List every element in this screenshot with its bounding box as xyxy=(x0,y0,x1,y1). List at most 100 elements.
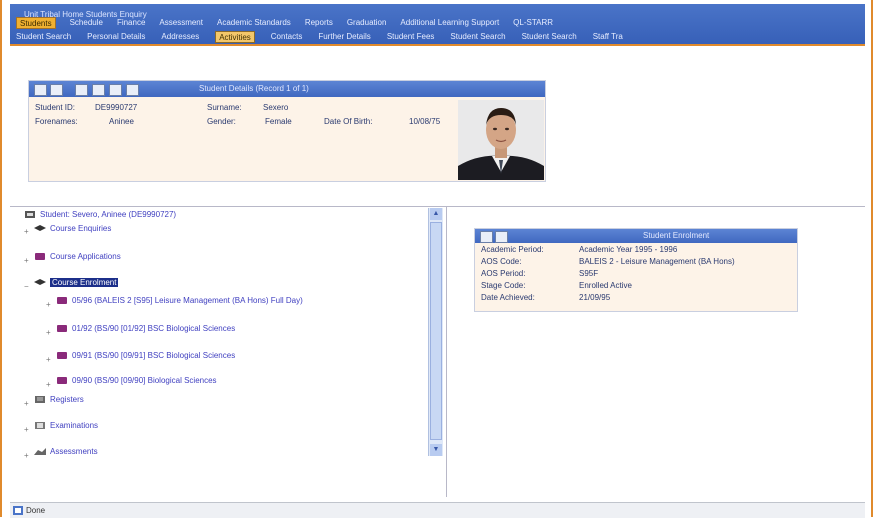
tree-item-enrolment-1[interactable]: 05/96 (BALEIS 2 [S95] Leisure Management… xyxy=(56,296,303,305)
collapse-icon[interactable]: − xyxy=(24,282,29,291)
submenu-student-fees[interactable]: Student Fees xyxy=(387,31,435,43)
tree-item-label: Course Applications xyxy=(50,252,121,261)
student-details-header: Student Details (Record 1 of 1) xyxy=(29,81,545,97)
tree-item-enrolment-2[interactable]: 01/92 (BS/90 [01/92] BSC Biological Scie… xyxy=(56,324,235,333)
tree-item-registers[interactable]: Registers xyxy=(34,395,84,404)
student-id-label: Student ID: xyxy=(35,103,76,112)
pane-splitter[interactable] xyxy=(446,207,447,497)
tree-item-label: Examinations xyxy=(50,421,99,430)
student-icon xyxy=(25,211,35,218)
student-photo xyxy=(458,100,544,180)
tree-root[interactable]: Student: Severo, Aninee (DE9990727) xyxy=(24,210,176,219)
tree-item-enrolment-3[interactable]: 09/91 (BS/90 [09/91] BSC Biological Scie… xyxy=(56,351,235,360)
book-icon xyxy=(57,325,67,332)
submenu-addresses[interactable]: Addresses xyxy=(161,31,199,43)
enrolment-value: BALEIS 2 - Leisure Management (BA Hons) xyxy=(579,257,735,266)
submenu-student-search[interactable]: Student Search xyxy=(16,31,71,43)
menu-reports[interactable]: Reports xyxy=(305,17,333,29)
menu-ql-starr[interactable]: QL-STARR xyxy=(513,17,553,29)
forename-label: Forenames: xyxy=(35,117,78,126)
expand-icon[interactable]: + xyxy=(46,300,51,309)
assessment-icon xyxy=(34,448,46,455)
register-icon xyxy=(35,396,45,403)
exam-icon xyxy=(35,422,45,429)
menu-graduation[interactable]: Graduation xyxy=(347,17,387,29)
expand-icon[interactable]: + xyxy=(46,355,51,364)
dob-value: 10/08/75 xyxy=(409,117,441,126)
menu-academic-standards[interactable]: Academic Standards xyxy=(217,17,291,29)
enrolment-title: Student Enrolment xyxy=(643,231,710,240)
dob-label: Date Of Birth: xyxy=(324,117,373,126)
menu-assessment[interactable]: Assessment xyxy=(159,17,203,29)
enrolment-row: Date Achieved: 21/09/95 xyxy=(481,293,610,302)
tree-scrollbar[interactable]: ▲ ▼ xyxy=(428,208,443,456)
enrolment-header: Student Enrolment xyxy=(475,229,797,243)
tree-item-course-applications[interactable]: Course Applications xyxy=(34,252,121,261)
student-id-value: DE9990727 xyxy=(95,103,138,112)
submenu-staff[interactable]: Staff Tra xyxy=(593,31,623,43)
search-icon[interactable] xyxy=(495,231,508,243)
tree-item-label: 01/92 (BS/90 [01/92] BSC Biological Scie… xyxy=(72,324,236,333)
tree-item-course-enrolment[interactable]: Course Enrolment xyxy=(34,278,119,287)
expand-icon[interactable]: + xyxy=(24,256,29,265)
expand-icon[interactable]: + xyxy=(24,425,29,434)
submenu-personal-details[interactable]: Personal Details xyxy=(87,31,145,43)
enrolment-value: Enrolled Active xyxy=(579,281,632,290)
enrolment-label: AOS Code: xyxy=(481,257,522,266)
gender-label: Gender: xyxy=(207,117,236,126)
menu-students[interactable]: Students xyxy=(16,17,56,29)
submenu-student-search-2[interactable]: Student Search xyxy=(450,31,505,43)
book-icon xyxy=(57,352,67,359)
submenu-student-search-3[interactable]: Student Search xyxy=(522,31,577,43)
enrolment-row: Academic Period: Academic Year 1995 - 19… xyxy=(481,245,677,254)
surname-label: Surname: xyxy=(207,103,242,112)
tree-item-label: 09/90 (BS/90 [09/90] Biological Sciences xyxy=(72,376,217,385)
submenu-further-details[interactable]: Further Details xyxy=(318,31,370,43)
enrolment-value: 21/09/95 xyxy=(579,293,611,302)
enrolment-value: S95F xyxy=(579,269,599,278)
enrolment-label: Academic Period: xyxy=(481,245,544,254)
status-bar: Done xyxy=(10,502,865,518)
search-icon[interactable] xyxy=(50,84,63,96)
gender-value: Female xyxy=(265,117,292,126)
submenu-contacts[interactable]: Contacts xyxy=(271,31,303,43)
next-record-icon[interactable] xyxy=(109,84,122,96)
enrolment-row: AOS Code: BALEIS 2 - Leisure Management … xyxy=(481,257,735,266)
scroll-thumb[interactable] xyxy=(430,222,442,440)
expand-icon[interactable]: + xyxy=(24,227,29,236)
menu-additional-learning[interactable]: Additional Learning Support xyxy=(400,17,499,29)
surname-value: Sexero xyxy=(263,103,289,112)
print-icon[interactable] xyxy=(480,231,493,243)
tree-item-examinations[interactable]: Examinations xyxy=(34,421,98,430)
expand-icon[interactable]: + xyxy=(24,399,29,408)
menu-schedule[interactable]: Schedule xyxy=(70,17,103,29)
student-details-title: Student Details (Record 1 of 1) xyxy=(199,84,309,93)
menu-finance[interactable]: Finance xyxy=(117,17,145,29)
submenu-activities[interactable]: Activities xyxy=(215,31,255,43)
tree-item-enrolment-4[interactable]: 09/90 (BS/90 [09/90] Biological Sciences xyxy=(56,376,217,385)
status-text: Done xyxy=(26,506,46,515)
book-icon xyxy=(35,253,45,260)
enrolment-value: Academic Year 1995 - 1996 xyxy=(579,245,678,254)
scroll-down-icon[interactable]: ▼ xyxy=(430,444,442,456)
last-record-icon[interactable] xyxy=(126,84,139,96)
enrolment-label: Stage Code: xyxy=(481,281,526,290)
book-icon xyxy=(57,297,67,304)
forename-value: Aninee xyxy=(109,117,134,126)
tree-item-label: 09/91 (BS/90 [09/91] BSC Biological Scie… xyxy=(72,351,236,360)
expand-icon[interactable]: + xyxy=(24,451,29,460)
print-icon[interactable] xyxy=(34,84,47,96)
expand-icon[interactable]: + xyxy=(46,328,51,337)
tree-item-label: Registers xyxy=(50,395,84,404)
sub-menu: Student Search Personal Details Addresse… xyxy=(10,31,865,43)
tree-item-assessments[interactable]: Assessments xyxy=(34,447,98,456)
enrolment-row: AOS Period: S95F xyxy=(481,269,598,278)
first-record-icon[interactable] xyxy=(75,84,88,96)
expand-icon[interactable]: + xyxy=(46,380,51,389)
panel-divider xyxy=(10,206,865,207)
enrolment-panel: Student Enrolment Academic Period: Acade… xyxy=(474,228,798,312)
tree-item-course-enquiries[interactable]: Course Enquiries xyxy=(34,224,111,233)
scroll-up-icon[interactable]: ▲ xyxy=(430,208,442,220)
page-icon xyxy=(13,506,23,515)
prev-record-icon[interactable] xyxy=(92,84,105,96)
